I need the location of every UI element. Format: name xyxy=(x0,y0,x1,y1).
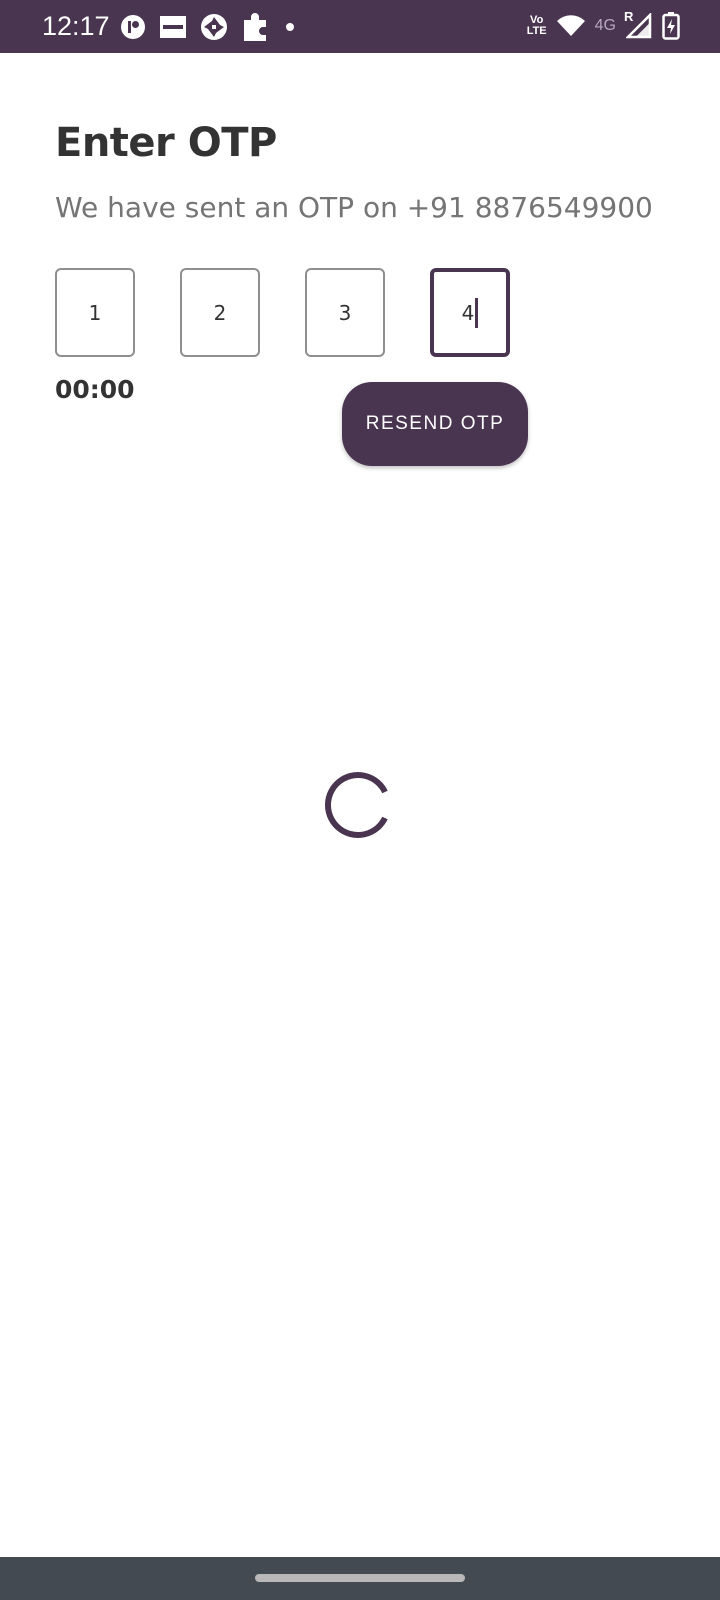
notification-icons xyxy=(120,12,296,42)
roaming-label: R xyxy=(624,9,634,24)
system-icons: Vo LTE 4G R xyxy=(526,9,680,42)
shutter-app-icon xyxy=(200,13,228,41)
text-cursor xyxy=(475,297,479,328)
status-time: 12:17 xyxy=(42,11,110,41)
battery-charging-icon xyxy=(662,12,680,40)
zomato-icon xyxy=(160,16,186,38)
page-title: Enter OTP xyxy=(55,120,277,166)
signal-icon: R xyxy=(624,9,652,39)
resend-timer: 00:00 xyxy=(55,375,135,404)
home-gesture-handle[interactable] xyxy=(255,1574,465,1582)
otp-digit-4-input[interactable]: 4 xyxy=(430,268,510,357)
otp-screen: 12:17 Vo LTE 4G R Enter OTP We have sent… xyxy=(0,0,720,1600)
volte-icon: Vo LTE xyxy=(526,14,547,37)
otp-digit-2-input[interactable]: 2 xyxy=(180,268,260,357)
network-type-label: 4G xyxy=(594,17,616,34)
otp-sent-message: We have sent an OTP on +91 8876549900 xyxy=(55,191,653,224)
notification-app-icon xyxy=(120,14,146,40)
loading-spinner-icon xyxy=(324,772,388,838)
wifi-icon xyxy=(556,15,585,37)
status-bar: 12:17 Vo LTE 4G R xyxy=(0,0,720,53)
puzzle-icon xyxy=(242,12,270,42)
otp-digit-3-input[interactable]: 3 xyxy=(305,268,385,357)
more-dot-icon xyxy=(284,21,296,33)
otp-digit-1-input[interactable]: 1 xyxy=(55,268,135,357)
resend-otp-button[interactable]: RESEND OTP xyxy=(342,382,528,466)
navigation-bar xyxy=(0,1557,720,1600)
